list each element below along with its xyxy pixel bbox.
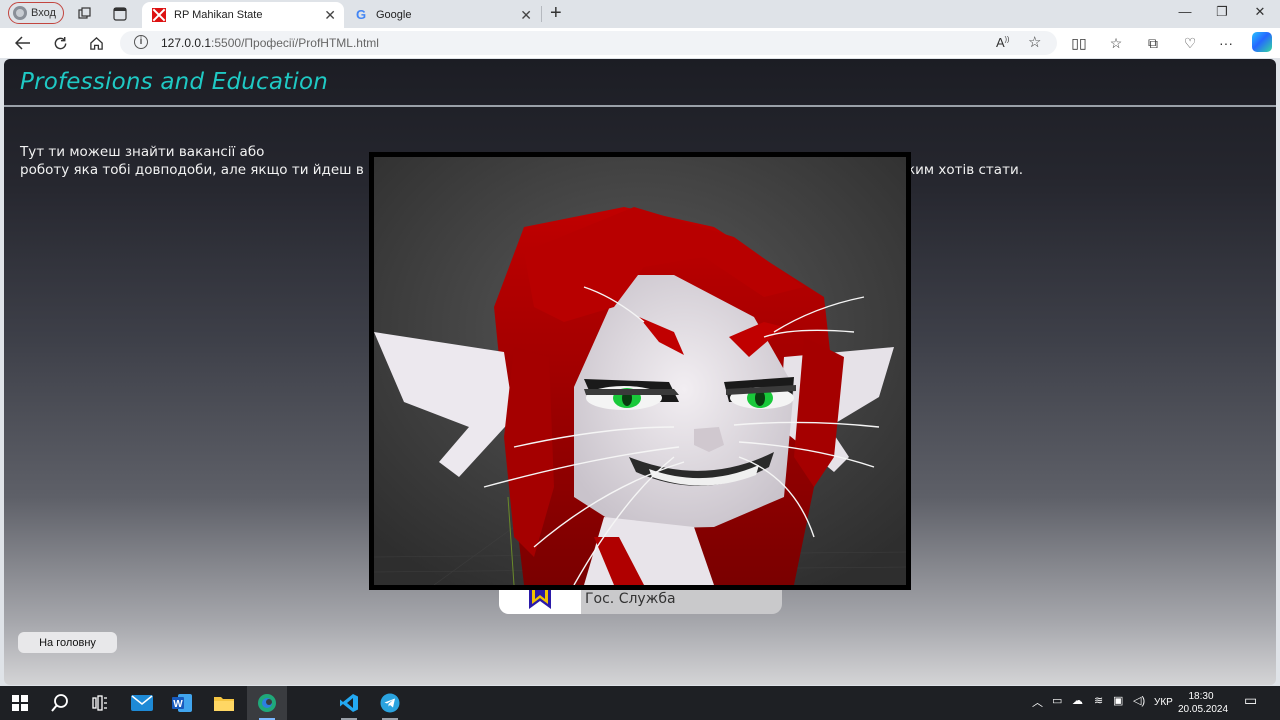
address-bar[interactable]: i 127.0.0.1:5500/Професії/ProfHTML.html … [120,31,1057,55]
home-icon[interactable] [85,32,107,54]
url-text: 127.0.0.1:5500/Професії/ProfHTML.html [161,36,379,50]
restore-icon[interactable]: ❐ [1212,4,1232,20]
system-clock[interactable]: 18:30 20.05.2024 [1178,690,1229,716]
browser-toolbar: i 127.0.0.1:5500/Професії/ProfHTML.html … [0,28,1280,58]
close-window-icon[interactable]: ✕ [1250,4,1270,20]
word-icon[interactable]: W [170,692,194,714]
file-explorer-icon[interactable] [212,692,236,714]
tab-google[interactable]: G Google ✕ [344,2,540,28]
minimize-icon[interactable]: — [1175,4,1195,19]
favorite-star-icon[interactable]: ☆ [1028,33,1041,51]
split-screen-icon[interactable]: ▯▯ [1070,35,1088,52]
tab-rp-mahikan-state[interactable]: RP Mahikan State ✕ [142,2,344,28]
rp-favicon-icon [152,8,166,22]
intro-text: Тут ти можеш знайти вакансії або роботу … [20,143,1023,179]
page-header: Professions and Education [4,59,1276,107]
telegram-icon[interactable] [378,692,402,714]
onedrive-icon[interactable]: ☁ [1072,694,1083,707]
refresh-icon[interactable] [49,32,71,54]
new-tab-icon[interactable]: + [550,2,562,25]
svg-text:W: W [173,699,183,710]
profile-avatar-icon [13,6,27,20]
edge-icon[interactable] [255,692,279,714]
tab-actions-icon[interactable] [109,4,131,24]
task-view-icon[interactable] [88,692,112,714]
mail-icon[interactable] [130,692,154,714]
home-button[interactable]: На головну [18,632,117,653]
notifications-icon[interactable]: ▭ [1244,692,1257,709]
google-favicon-icon: G [355,7,367,22]
intro-line-1: Тут ти можеш знайти вакансії або [20,144,265,160]
workspaces-icon[interactable] [74,4,96,24]
page-title: Professions and Education [20,69,329,95]
site-info-icon[interactable]: i [134,35,148,49]
favorites-icon[interactable]: ☆ [1107,35,1125,52]
clock-date: 20.05.2024 [1178,704,1229,715]
read-aloud-icon[interactable]: A)) [996,35,1009,50]
search-icon[interactable] [48,692,72,714]
more-menu-icon[interactable]: ··· [1217,35,1235,51]
intro-line-2: роботу яка тобі довподоби, але якщо ти й… [20,162,377,178]
language-indicator[interactable]: УКР [1154,697,1173,708]
volume-icon[interactable]: ◁) [1133,694,1145,707]
tab-separator [541,6,542,22]
windows-start-icon[interactable] [8,692,32,714]
browser-tab-bar: Вход RP Mahikan State ✕ G Google ✕ + — ❐… [0,0,1280,28]
copilot-icon[interactable] [1252,32,1272,52]
windows-taskbar: W ︿ ▭ ☁ ≋ ▣ ◁) УКР 18:30 20.05.2024 ▭ [0,686,1280,720]
battery-icon[interactable]: ▭ [1052,694,1062,707]
profile-button[interactable]: Вход [8,2,64,24]
back-icon[interactable] [12,32,34,54]
wifi-icon[interactable]: ≋ [1094,694,1103,707]
tab-title: RP Mahikan State [174,9,263,21]
show-hidden-icons-icon[interactable]: ︿ [1032,694,1043,710]
image-modal[interactable] [369,152,911,590]
browser-essentials-icon[interactable]: ♡ [1181,35,1199,52]
display-icon[interactable]: ▣ [1113,694,1123,707]
intro-line-2-end: ким хотів стати. [907,162,1024,178]
vscode-icon[interactable] [337,692,361,714]
close-tab-icon[interactable]: ✕ [324,7,336,24]
profile-label: Вход [31,7,56,19]
close-tab-icon[interactable]: ✕ [520,7,532,24]
character-render-image [374,157,906,585]
tab-title: Google [376,9,412,21]
profession-card-label: Гос. Служба [585,591,676,607]
clock-time: 18:30 [1188,691,1214,702]
collections-icon[interactable]: ⧉ [1144,35,1162,52]
